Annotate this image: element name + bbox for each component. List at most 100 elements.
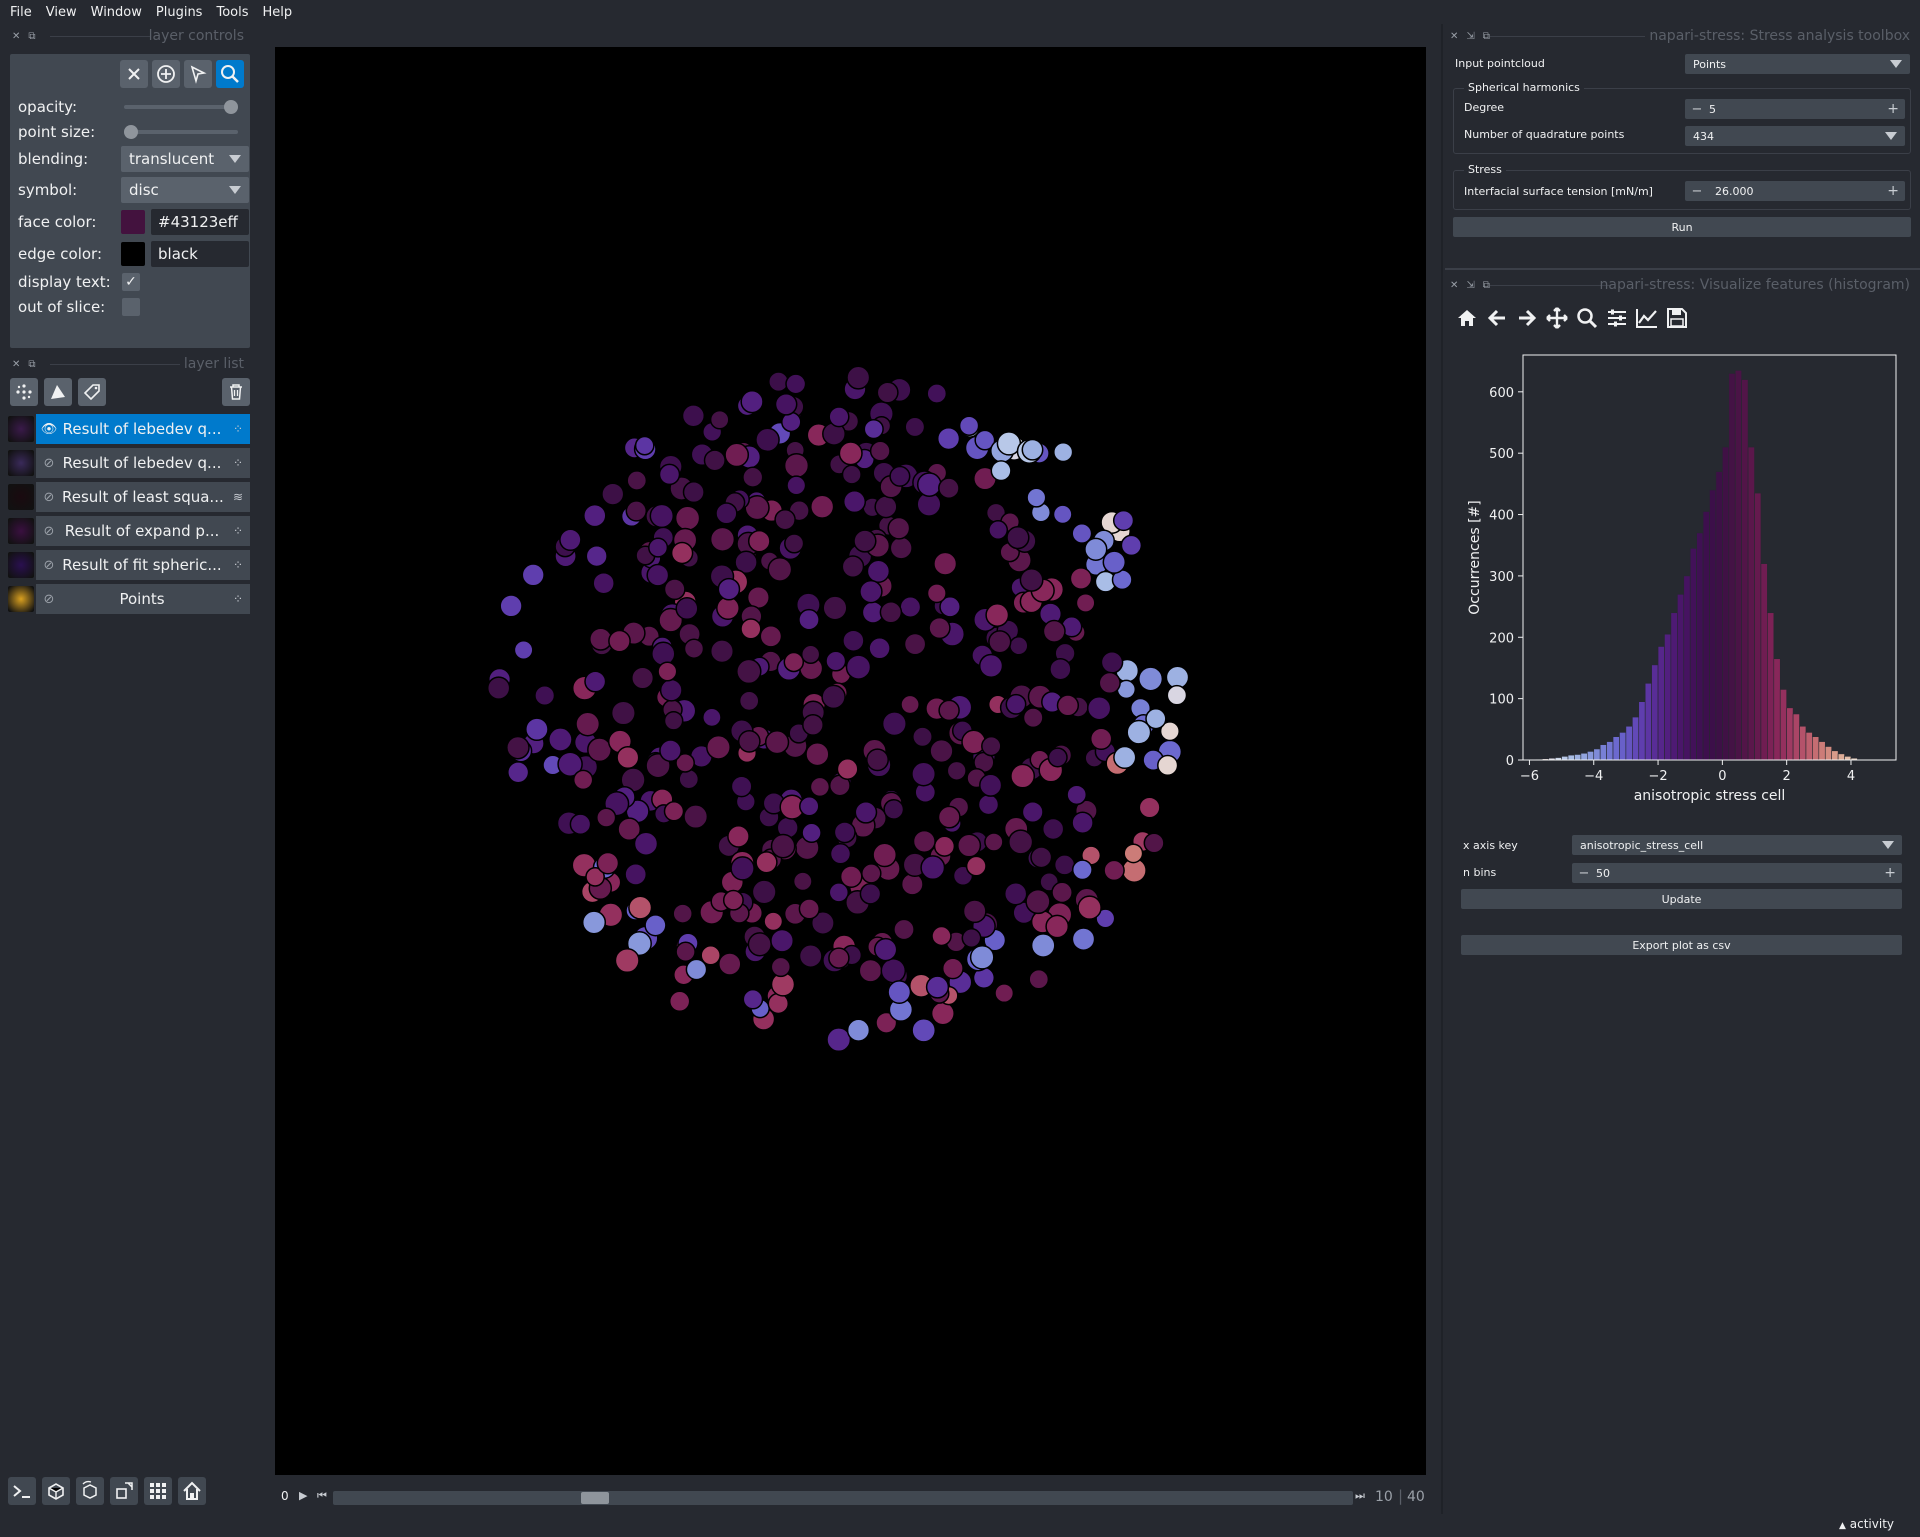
dims-current-index[interactable]: 10 [1375,1489,1393,1505]
mpl-home-button[interactable] [1455,306,1479,330]
surface-tension-spinbox[interactable]: − 26.000 + [1685,181,1905,201]
layer-name[interactable]: Result of fit spheric... [62,556,226,574]
point-marker [904,416,926,438]
mpl-back-button[interactable] [1485,306,1509,330]
layer-row[interactable]: ⊘ Result of lebedev q... ⁘ [8,448,250,478]
run-button[interactable]: Run [1453,217,1911,237]
histogram-bar [1561,756,1569,761]
transpose-button[interactable] [110,1477,138,1505]
opacity-slider-handle[interactable] [224,100,238,114]
new-shapes-layer-button[interactable] [44,378,72,406]
ndisplay-button[interactable] [42,1477,70,1505]
blending-dropdown[interactable]: translucent [121,146,249,172]
n-bins-spinbox[interactable]: − 50 + [1572,863,1902,883]
close-dock-icon[interactable]: ✕ [12,31,20,42]
out-of-slice-checkbox[interactable] [122,298,140,316]
add-points-button[interactable] [152,60,180,88]
float-dock-icon[interactable]: ⧉ [1483,280,1490,291]
activity-button[interactable]: ▲ activity [1839,1517,1894,1531]
plus-icon[interactable]: + [1887,101,1899,117]
close-dock-icon[interactable]: ✕ [1450,280,1458,291]
point-marker [1042,619,1066,643]
edge-color-input[interactable]: black [151,241,249,267]
minus-icon[interactable]: − [1685,102,1709,117]
layer-row[interactable]: ⊘ Result of least squa... ≋ [8,482,250,512]
mpl-save-button[interactable] [1665,306,1689,330]
layer-name[interactable]: Result of expand p... [62,522,226,540]
mpl-configure-button[interactable] [1605,306,1629,330]
hide-dock-icon[interactable]: ⇲ [1466,31,1474,42]
point-size-slider[interactable] [124,130,238,134]
mpl-pan-button[interactable] [1545,306,1569,330]
select-points-button[interactable] [184,60,212,88]
float-dock-icon[interactable]: ⧉ [28,359,35,370]
layer-row[interactable]: ⊘ Result of expand p... ⁘ [8,516,250,546]
eye-hidden-icon[interactable]: ⊘ [36,490,62,505]
close-dock-icon[interactable]: ✕ [1450,31,1458,42]
plus-icon[interactable]: + [1887,183,1899,199]
console-button[interactable] [8,1477,36,1505]
new-points-layer-button[interactable] [10,378,38,406]
roll-button[interactable] [76,1477,104,1505]
degree-spinbox[interactable]: − 5 + [1685,99,1905,119]
symbol-dropdown[interactable]: disc [121,177,249,203]
eye-hidden-icon[interactable]: ⊘ [36,592,62,607]
dims-slider[interactable] [333,1491,1353,1505]
step-back-icon[interactable]: ⏮ [317,1489,327,1503]
delete-layer-button[interactable] [222,378,250,406]
delete-points-button[interactable] [120,60,148,88]
opacity-slider[interactable] [124,105,238,109]
reset-view-button[interactable] [178,1477,206,1505]
layer-name[interactable]: Result of least squa... [62,488,226,506]
menu-tools[interactable]: Tools [210,5,254,20]
menu-view[interactable]: View [40,5,83,20]
minus-icon[interactable]: − [1572,866,1596,881]
eye-hidden-icon[interactable]: ⊘ [36,558,62,573]
quadrature-points-dropdown[interactable]: 434 [1685,126,1905,146]
menu-plugins[interactable]: Plugins [150,5,209,20]
float-dock-icon[interactable]: ⧉ [1483,31,1490,42]
display-text-checkbox[interactable]: ✓ [122,273,140,291]
close-dock-icon[interactable]: ✕ [12,359,20,370]
point-marker [841,464,862,485]
layer-list-title: layer list [183,356,244,372]
input-pointcloud-dropdown[interactable]: Points [1685,54,1910,74]
layer-name[interactable]: Points [62,590,226,608]
menu-help[interactable]: Help [257,5,299,20]
viewer-canvas[interactable] [275,47,1426,1475]
menu-window[interactable]: Window [85,5,148,20]
menu-file[interactable]: File [4,5,38,20]
float-dock-icon[interactable]: ⧉ [28,31,35,42]
new-labels-layer-button[interactable] [78,378,106,406]
dock-divider[interactable] [1441,24,1443,1514]
grid-button[interactable] [144,1477,172,1505]
mpl-edit-axis-button[interactable] [1635,306,1659,330]
x-axis-key-dropdown[interactable]: anisotropic_stress_cell [1572,835,1902,855]
hide-dock-icon[interactable]: ⇲ [1466,280,1474,291]
dims-slider-handle[interactable] [581,1492,609,1504]
update-button[interactable]: Update [1461,889,1902,909]
stress-toolbox-title: napari-stress: Stress analysis toolbox [1649,28,1910,44]
layer-name[interactable]: Result of lebedev q... [62,454,226,472]
layer-row[interactable]: ⊘ Result of fit spheric... ⁘ [8,550,250,580]
mpl-forward-button[interactable] [1515,306,1539,330]
layer-row[interactable]: 👁 Result of lebedev q... ⁘ [8,414,250,444]
step-forward-icon[interactable]: ⏭ [1355,1489,1365,1503]
face-color-swatch[interactable] [121,210,145,234]
edge-color-swatch[interactable] [121,242,145,266]
eye-icon[interactable]: 👁 [36,422,62,437]
eye-hidden-icon[interactable]: ⊘ [36,456,62,471]
export-csv-button[interactable]: Export plot as csv [1461,935,1902,955]
pan-zoom-button[interactable] [216,60,244,88]
point-size-slider-handle[interactable] [124,125,138,139]
eye-hidden-icon[interactable]: ⊘ [36,524,62,539]
minus-icon[interactable]: − [1685,184,1709,199]
play-icon[interactable]: ▶ [299,1489,307,1502]
histogram-bar [1599,744,1607,761]
face-color-input[interactable]: #43123eff [151,209,249,235]
plus-icon[interactable]: + [1884,865,1896,881]
histogram-bar [1760,563,1768,761]
layer-name[interactable]: Result of lebedev q... [62,420,226,438]
layer-row[interactable]: ⊘ Points ⁘ [8,584,250,614]
mpl-zoom-button[interactable] [1575,306,1599,330]
